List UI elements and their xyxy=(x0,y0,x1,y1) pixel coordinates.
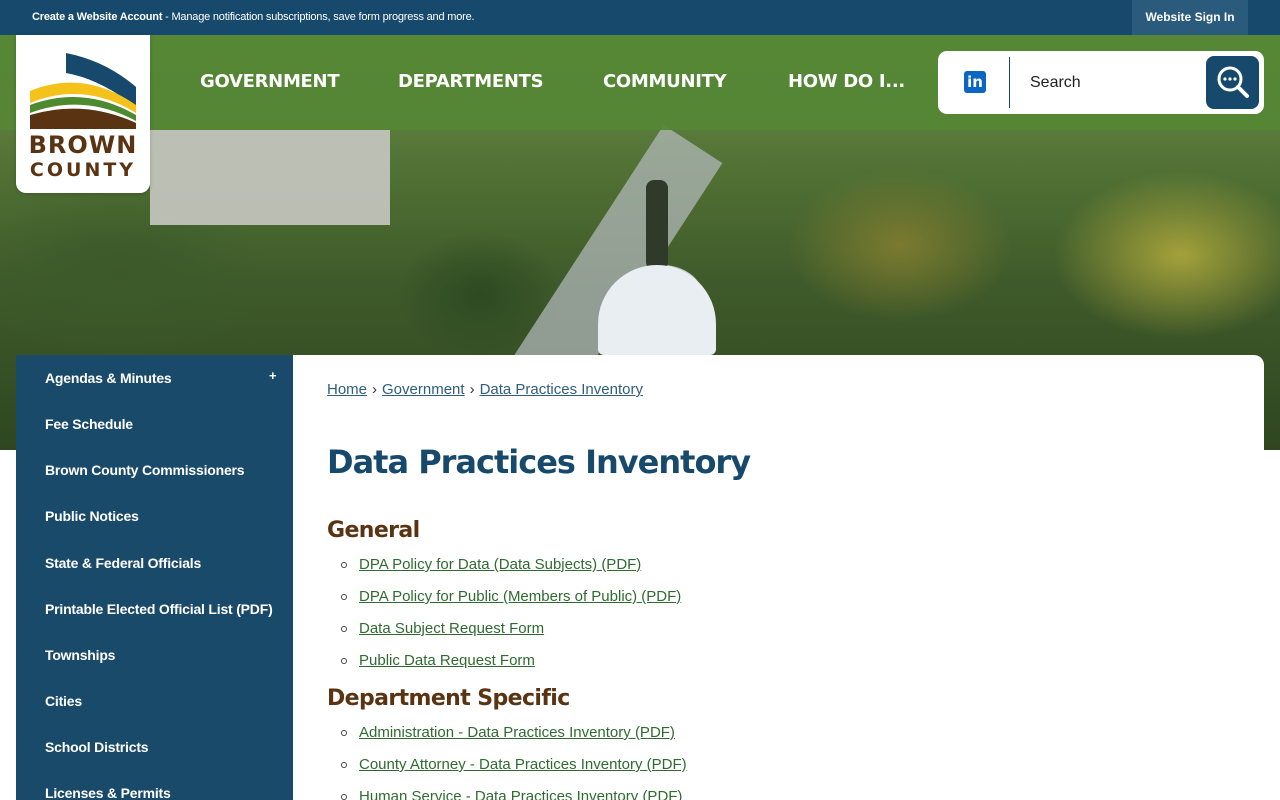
sidebar-item-school-districts[interactable]: School Districts xyxy=(45,739,149,755)
search-input[interactable] xyxy=(1016,63,1206,102)
breadcrumb-current[interactable]: Data Practices Inventory xyxy=(480,381,643,398)
breadcrumb: Home › Government › Data Practices Inventory xyxy=(327,381,643,398)
link-dpa-policy-data[interactable]: DPA Policy for Data (Data Subjects) (PDF… xyxy=(359,556,641,573)
breadcrumb-government[interactable]: Government xyxy=(382,381,465,398)
sidebar-item-agendas-minutes[interactable]: Agendas & Minutes xyxy=(45,370,172,386)
sidebar-item-townships[interactable]: Townships xyxy=(45,647,115,663)
link-county-attorney-inventory[interactable]: County Attorney - Data Practices Invento… xyxy=(359,756,687,773)
logo-text-brown: BROWN xyxy=(28,131,138,159)
logo-text-county: COUNTY xyxy=(29,159,137,181)
create-account-link[interactable]: Create a Website Account xyxy=(32,11,162,23)
breadcrumb-separator: › xyxy=(469,381,475,398)
nav-community[interactable]: COMMUNITY xyxy=(603,71,727,92)
list-bullet xyxy=(341,730,347,736)
nav-government[interactable]: GOVERNMENT xyxy=(200,71,340,92)
list-bullet xyxy=(341,658,347,664)
account-description: - Manage notification subscriptions, sav… xyxy=(162,11,475,23)
sidebar-item-commissioners[interactable]: Brown County Commissioners xyxy=(45,462,245,478)
breadcrumb-home[interactable]: Home xyxy=(327,381,367,398)
breadcrumb-separator: › xyxy=(372,381,378,398)
top-utility-bar: Create a Website Account - Manage notifi… xyxy=(0,0,1280,35)
sidebar-item-public-notices[interactable]: Public Notices xyxy=(45,508,139,524)
account-message: Create a Website Account - Manage notifi… xyxy=(32,11,475,23)
list-bullet xyxy=(341,762,347,768)
list-bullet xyxy=(341,594,347,600)
website-sign-in-button[interactable]: Website Sign In xyxy=(1132,0,1248,35)
search-icon xyxy=(1217,66,1249,98)
list-bullet xyxy=(341,794,347,800)
sidebar-item-licenses-permits[interactable]: Licenses & Permits xyxy=(45,785,171,800)
page-title: Data Practices Inventory xyxy=(327,443,751,481)
link-data-subject-request[interactable]: Data Subject Request Form xyxy=(359,620,544,637)
link-public-data-request[interactable]: Public Data Request Form xyxy=(359,652,535,669)
expand-plus-icon[interactable]: + xyxy=(269,368,277,383)
search-button[interactable] xyxy=(1206,56,1259,109)
sidebar-item-cities[interactable]: Cities xyxy=(45,693,82,709)
main-content: Home › Government › Data Practices Inventory… xyxy=(293,355,1264,800)
list-bullet xyxy=(341,626,347,632)
sidebar-nav: Agendas & Minutes + Fee Schedule Brown C… xyxy=(16,355,293,800)
section-heading-department: Department Specific xyxy=(327,686,570,711)
list-bullet xyxy=(341,562,347,568)
nav-how-do-i[interactable]: HOW DO I... xyxy=(788,71,905,92)
sidebar-item-fee-schedule[interactable]: Fee Schedule xyxy=(45,416,133,432)
link-dpa-policy-public[interactable]: DPA Policy for Public (Members of Public… xyxy=(359,588,681,605)
sidebar-item-officials[interactable]: State & Federal Officials xyxy=(45,555,201,571)
sidebar-item-elected-list[interactable]: Printable Elected Official List (PDF) xyxy=(45,601,273,617)
section-heading-general: General xyxy=(327,518,420,543)
search-container: in xyxy=(938,51,1264,114)
brown-county-logo[interactable]: BROWN COUNTY xyxy=(16,35,150,193)
logo-emblem-icon xyxy=(30,53,136,129)
hero-building xyxy=(150,130,390,225)
link-human-service-inventory[interactable]: Human Service - Data Practices Inventory… xyxy=(359,788,682,800)
search-divider xyxy=(1009,57,1010,108)
linkedin-icon[interactable]: in xyxy=(964,71,986,93)
hero-statue xyxy=(646,180,668,270)
nav-departments[interactable]: DEPARTMENTS xyxy=(398,71,544,92)
link-administration-inventory[interactable]: Administration - Data Practices Inventor… xyxy=(359,724,675,741)
